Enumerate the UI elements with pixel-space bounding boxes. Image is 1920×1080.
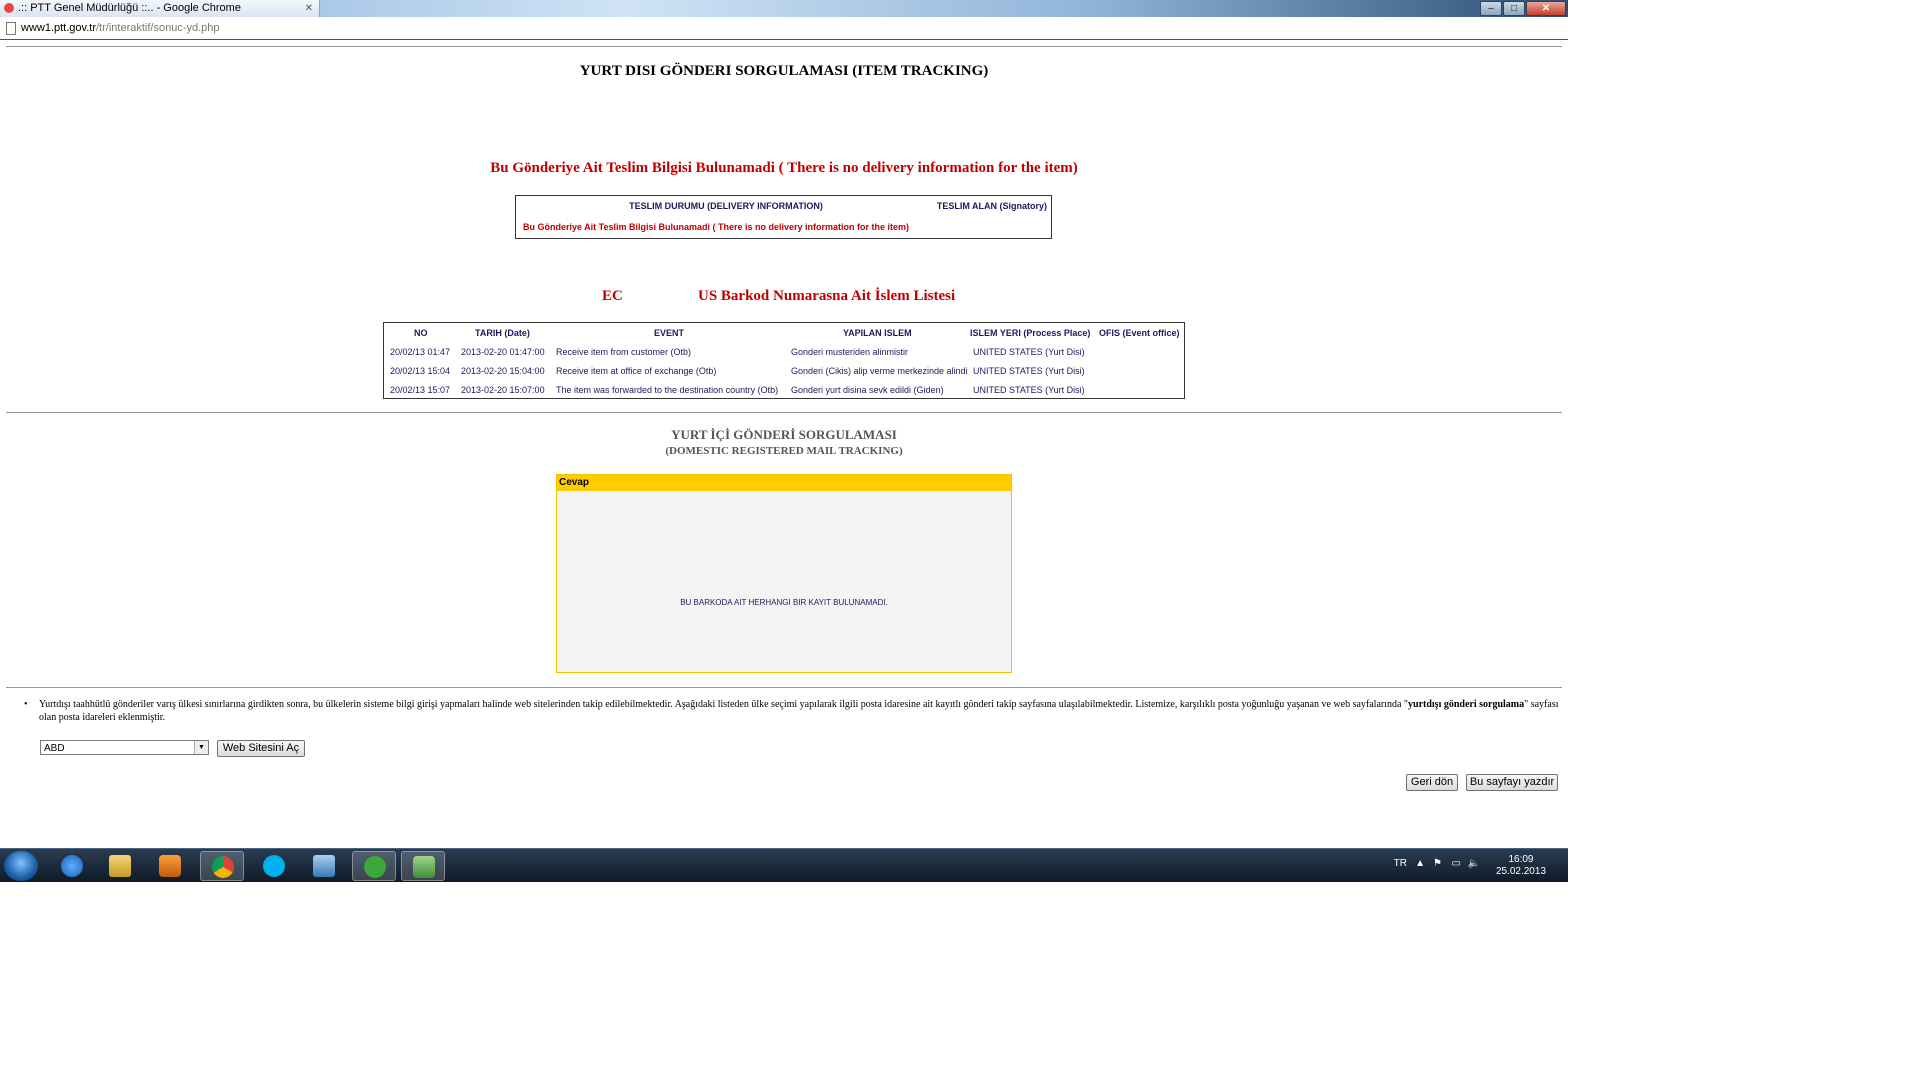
answer-box: Cevap BU BARKODA AIT HERHANGI BIR KAYIT … [556,474,1012,673]
answer-header: Cevap [557,475,1011,491]
window-title-bar: .:: PTT Genel Müdürlüğü ::.. - Google Ch… [0,0,1568,17]
page-content: YURT DISI GÖNDERI SORGULAMASI (ITEM TRAC… [0,40,1568,848]
tab-title: .:: PTT Genel Müdürlüğü ::.. - Google Ch… [18,2,241,14]
event-description: Receive item at office of exchange (Otb) [556,366,717,376]
domestic-subtitle: (DOMESTIC REGISTERED MAIL TRACKING) [665,445,903,457]
chrome-favicon-icon [4,3,14,14]
back-button[interactable]: Geri dön [1406,774,1458,791]
event-date: 2013-02-20 01:47:00 [461,347,545,357]
event-place: UNITED STATES (Yurt Disi) [973,385,1085,395]
url-path: /tr/interaktif/sonuc-yd.php [96,22,220,34]
dropdown-arrow-icon[interactable]: ▼ [194,741,208,754]
barcode-prefix: EC [602,288,623,304]
answer-message: BU BARKODA AIT HERHANGI BIR KAYIT BULUNA… [680,598,888,607]
event-description: Receive item from customer (Otb) [556,347,692,357]
print-button[interactable]: Bu sayfayı yazdır [1466,774,1558,791]
chrome-icon[interactable] [200,851,244,881]
barcode-heading: US Barkod Numarasna Ait İslem Listesi [698,288,956,304]
file-explorer-icon[interactable] [98,851,142,881]
language-indicator[interactable]: TR [1394,858,1407,869]
event-description: The item was forwarded to the destinatio… [556,385,779,395]
events-table: NO TARIH (Date) EVENT YAPILAN ISLEM ISLE… [383,322,1185,399]
delivery-status-header: TESLIM DURUMU (DELIVERY INFORMATION) [629,201,823,211]
event-action: Gonderi yurt disina sevk edildi (Giden) [791,385,944,395]
events-header-no: NO [414,328,428,338]
remote-desktop-icon[interactable] [302,851,346,881]
events-header-event: EVENT [654,328,685,338]
country-select[interactable]: ABD ▼ [40,740,209,755]
delivery-message: Bu Gönderiye Ait Teslim Bilgisi Bulunama… [523,222,910,232]
signatory-header: TESLIM ALAN (Signatory) [936,201,1047,211]
internet-explorer-icon[interactable] [50,851,94,881]
event-place: UNITED STATES (Yurt Disi) [973,366,1085,376]
country-select-value: ABD [44,743,65,754]
address-bar[interactable]: www1.ptt.gov.tr/tr/interaktif/sonuc-yd.p… [0,17,1568,40]
users-icon[interactable] [401,851,445,881]
start-button[interactable] [4,851,38,881]
no-delivery-heading: Bu Gönderiye Ait Teslim Bilgisi Bulunama… [490,160,1078,176]
events-header-action: YAPILAN ISLEM [843,328,912,338]
url-text[interactable]: www1.ptt.gov.tr/tr/interaktif/sonuc-yd.p… [21,17,220,39]
network-icon[interactable]: ▭ [1452,858,1461,869]
browser-tab[interactable]: .:: PTT Genel Müdürlüğü ::.. - Google Ch… [0,0,320,17]
media-player-icon[interactable] [148,851,192,881]
open-website-button[interactable]: Web Sitesini Aç [217,740,305,757]
clock[interactable]: 16:09 25.02.2013 [1496,854,1546,878]
event-no: 20/02/13 01:47 [390,347,451,357]
event-place: UNITED STATES (Yurt Disi) [973,347,1085,357]
events-header-date: TARIH (Date) [475,328,530,338]
page-icon [6,22,16,35]
clock-time: 16:09 [1508,854,1534,865]
event-date: 2013-02-20 15:07:00 [461,385,545,395]
tab-close-icon[interactable]: ✕ [305,0,313,17]
minimize-button[interactable]: – [1480,1,1502,16]
clock-date: 25.02.2013 [1495,866,1546,877]
event-no: 20/02/13 15:04 [390,366,451,376]
event-action: Gonderi musteriden alinmistir [791,347,909,357]
windows-taskbar: TR ▲ ⚑ ▭ 🔈 16:09 25.02.2013 [0,848,1568,882]
show-hidden-icons-icon[interactable]: ▲ [1415,858,1425,869]
divider [6,46,1562,47]
bullet-icon: • [24,699,28,710]
note-text: Yurtdışı taahhütlü gönderiler varış ülke… [39,699,1409,710]
info-note: • Yurtdışı taahhütlü gönderiler varış ül… [24,698,1562,724]
maximize-button[interactable]: □ [1503,1,1525,16]
close-button[interactable]: ✕ [1526,1,1566,16]
action-center-flag-icon[interactable]: ⚑ [1433,858,1442,869]
skype-icon[interactable] [252,851,296,881]
event-date: 2013-02-20 15:04:00 [461,366,545,376]
window-controls: – □ ✕ [1480,1,1566,16]
domestic-title: YURT İÇİ GÖNDERİ SORGULAMASI [671,427,897,442]
events-header-office: OFIS (Event office) [1099,328,1180,338]
volume-icon[interactable]: 🔈 [1468,858,1480,869]
page-title: YURT DISI GÖNDERI SORGULAMASI (ITEM TRAC… [579,63,989,79]
divider [6,687,1562,688]
event-action: Gonderi (Cikis) alip verme merkezinde al… [791,366,968,376]
utorrent-icon[interactable] [352,851,396,881]
events-header-place: ISLEM YERI (Process Place) [970,328,1091,338]
divider [6,412,1562,413]
delivery-info-table: TESLIM DURUMU (DELIVERY INFORMATION) TES… [515,195,1052,239]
event-no: 20/02/13 15:07 [390,385,451,395]
url-host: www1.ptt.gov.tr [21,22,96,34]
note-bold: yurtdışı gönderi sorgulama [1408,699,1525,710]
